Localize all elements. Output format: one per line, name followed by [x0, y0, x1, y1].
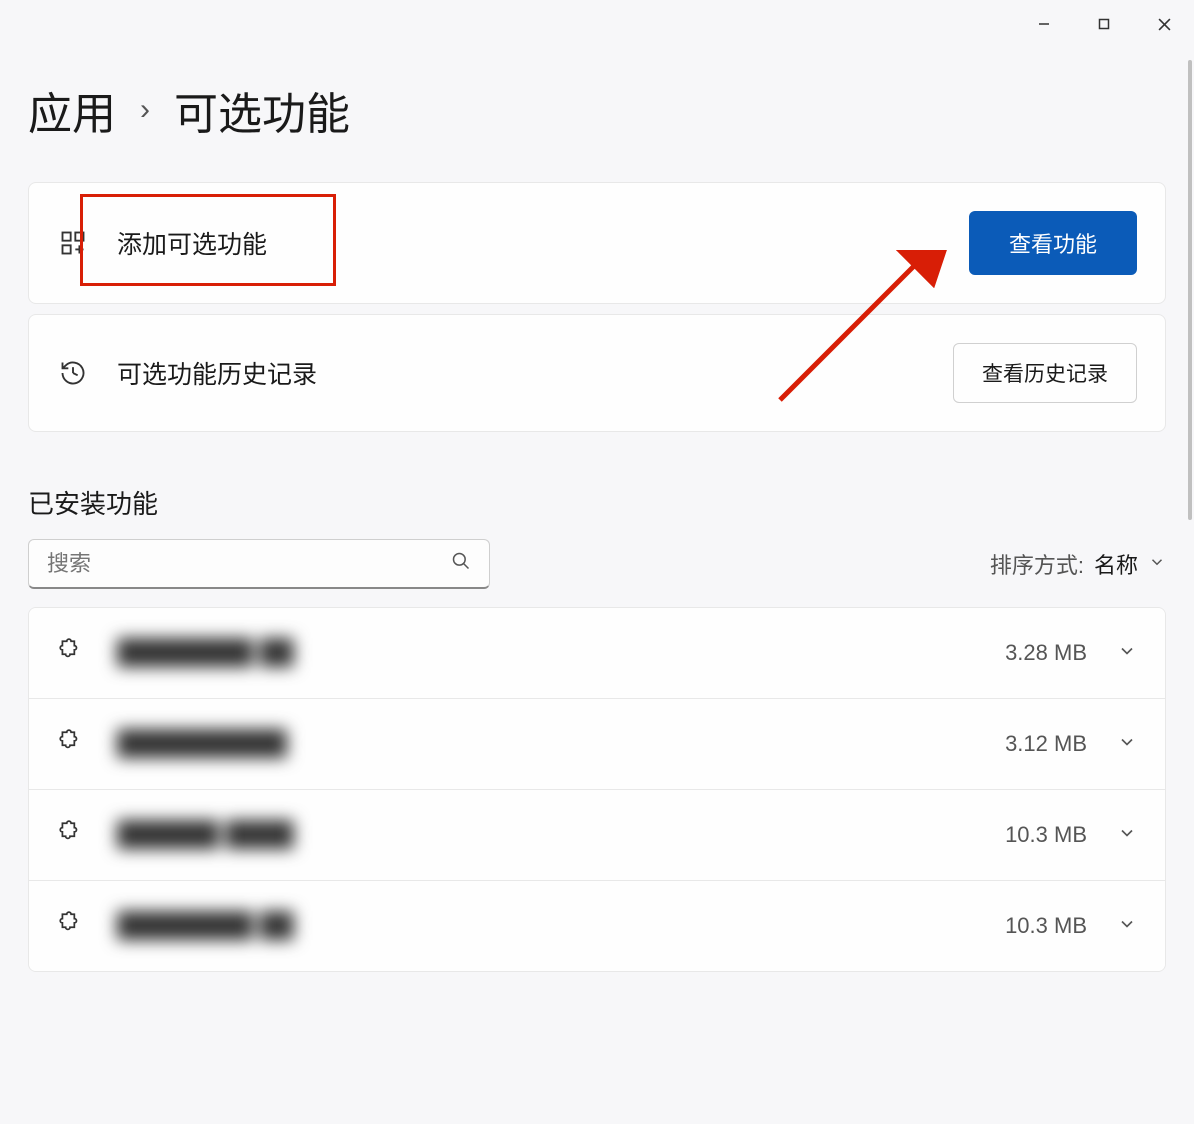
chevron-down-icon: [1117, 641, 1137, 666]
scrollbar[interactable]: [1188, 60, 1192, 520]
chevron-right-icon: ›: [140, 93, 150, 127]
puzzle-icon: [57, 820, 87, 850]
feature-item[interactable]: ██████ ████ 10.3 MB: [29, 790, 1165, 881]
minimize-button[interactable]: [1014, 0, 1074, 48]
history-icon: [57, 357, 89, 389]
feature-size: 3.12 MB: [1005, 731, 1087, 757]
sort-dropdown[interactable]: 排序方式: 名称: [990, 548, 1166, 580]
breadcrumb: 应用 › 可选功能: [28, 78, 1166, 142]
search-input[interactable]: [47, 551, 451, 577]
search-icon: [451, 551, 471, 576]
search-box[interactable]: [28, 539, 490, 589]
chevron-down-icon: [1117, 823, 1137, 848]
chevron-down-icon: [1148, 551, 1166, 577]
feature-size: 10.3 MB: [1005, 822, 1087, 848]
search-sort-row: 排序方式: 名称: [28, 539, 1166, 589]
add-feature-label: 添加可选功能: [117, 225, 969, 261]
close-button[interactable]: [1134, 0, 1194, 48]
feature-item[interactable]: ████████ ██ 10.3 MB: [29, 881, 1165, 971]
feature-name: ████████ ██: [117, 912, 1005, 940]
maximize-button[interactable]: [1074, 0, 1134, 48]
view-features-button[interactable]: 查看功能: [969, 211, 1137, 275]
feature-item[interactable]: ██████████ 3.12 MB: [29, 699, 1165, 790]
feature-name: ██████ ████: [117, 821, 1005, 849]
sort-value: 名称: [1094, 548, 1138, 580]
installed-features-heading: 已安装功能: [28, 484, 1166, 521]
history-label: 可选功能历史记录: [117, 355, 953, 391]
puzzle-icon: [57, 638, 87, 668]
view-history-button[interactable]: 查看历史记录: [953, 343, 1137, 403]
feature-item[interactable]: ████████ ██ 3.28 MB: [29, 608, 1165, 699]
grid-plus-icon: [57, 227, 89, 259]
feature-size: 3.28 MB: [1005, 640, 1087, 666]
puzzle-icon: [57, 729, 87, 759]
breadcrumb-current: 可选功能: [174, 78, 350, 142]
feature-size: 10.3 MB: [1005, 913, 1087, 939]
add-feature-card: 添加可选功能 查看功能: [28, 182, 1166, 304]
feature-name: ████████ ██: [117, 639, 1005, 667]
feature-name: ██████████: [117, 730, 1005, 758]
window-titlebar: [0, 0, 1194, 48]
history-card: 可选功能历史记录 查看历史记录: [28, 314, 1166, 432]
sort-label: 排序方式:: [990, 548, 1084, 580]
puzzle-icon: [57, 911, 87, 941]
chevron-down-icon: [1117, 732, 1137, 757]
chevron-down-icon: [1117, 914, 1137, 939]
installed-features-list: ████████ ██ 3.28 MB ██████████ 3.12 MB █…: [28, 607, 1166, 972]
breadcrumb-parent[interactable]: 应用: [28, 78, 116, 142]
